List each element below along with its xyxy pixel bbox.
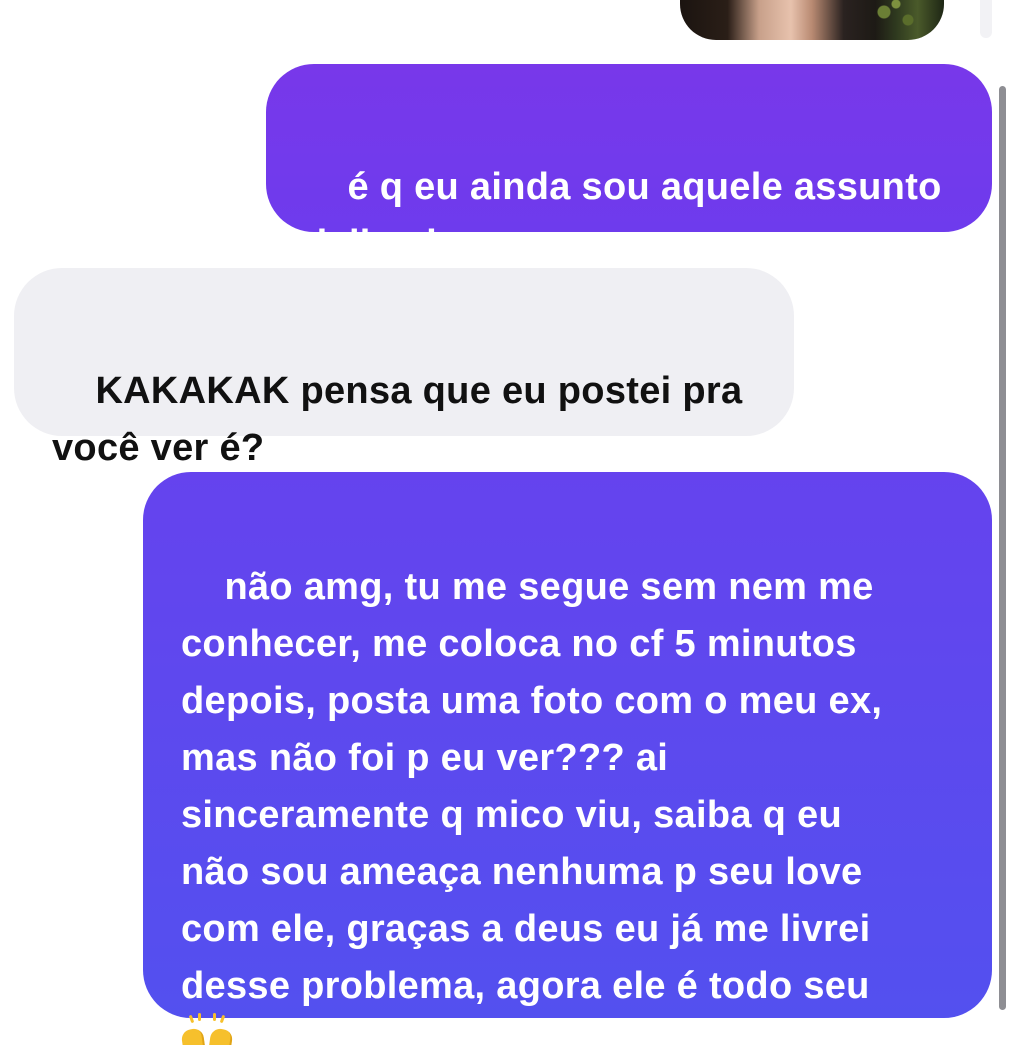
scrollbar-thumb[interactable]	[999, 86, 1006, 1010]
message-text: não amg, tu me segue sem nem me conhecer…	[181, 566, 883, 1007]
sparkle-mark	[219, 1014, 226, 1024]
scroll-track-top	[980, 0, 992, 38]
sparkle-mark	[213, 1013, 216, 1021]
sent-message-bubble[interactable]: é q eu ainda sou aquele assunto delicado…	[266, 64, 992, 265]
foliage-detail	[866, 0, 926, 36]
sparkle-mark	[198, 1013, 201, 1021]
message-text: é q eu ainda sou aquele assunto delicado…	[304, 166, 942, 265]
raising-hands-icon	[180, 1013, 234, 1045]
left-hand	[180, 1027, 208, 1045]
shared-photo-thumbnail[interactable]	[680, 0, 944, 40]
sparkle-mark	[188, 1014, 195, 1024]
message-text: KAKAKAK pensa que eu postei pra você ver…	[52, 370, 743, 469]
right-hand	[206, 1027, 234, 1045]
received-message-bubble[interactable]: KAKAKAK pensa que eu postei pra você ver…	[14, 268, 794, 469]
sent-message-bubble[interactable]: não amg, tu me segue sem nem me conhecer…	[143, 472, 992, 1045]
chat-screen: é q eu ainda sou aquele assunto delicado…	[0, 0, 1016, 1045]
